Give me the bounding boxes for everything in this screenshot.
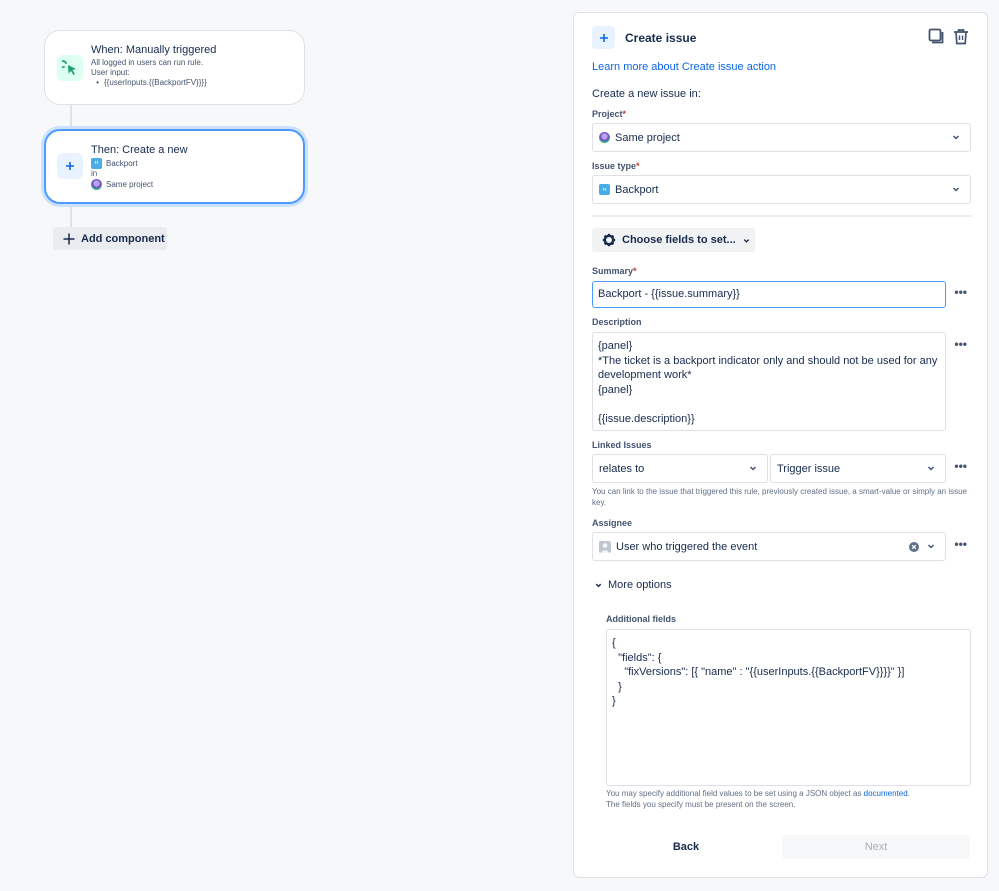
trigger-title: When: Manually triggered xyxy=(91,44,217,56)
linked-issue-target-select[interactable]: Trigger issue xyxy=(770,454,946,483)
linked-issues-helper: You can link to the issue that triggered… xyxy=(592,487,967,507)
assignee-more-button[interactable]: ••• xyxy=(954,538,967,550)
divider xyxy=(592,215,971,217)
chevron-down-icon xyxy=(952,135,960,140)
description-more-button[interactable]: ••• xyxy=(954,338,967,350)
chevron-down-icon xyxy=(743,238,749,243)
gear-icon xyxy=(602,233,616,247)
action-project: Same project xyxy=(91,178,295,190)
chevron-down-icon xyxy=(595,583,602,587)
plus-icon xyxy=(592,26,615,49)
next-button[interactable]: Next xyxy=(782,835,970,859)
chevron-down-icon xyxy=(952,187,960,192)
summary-input[interactable]: Backport - {{issue.summary}} xyxy=(592,281,946,308)
link-type-select[interactable]: relates to xyxy=(592,454,768,483)
project-avatar-icon xyxy=(91,178,102,190)
action-in-label: in xyxy=(91,169,98,178)
create-in-label: Create a new issue in: xyxy=(592,88,701,100)
linked-issues-more-button[interactable]: ••• xyxy=(954,460,967,472)
action-node[interactable]: Then: Create a new ‹› Backport in Same p… xyxy=(44,129,305,204)
assignee-select[interactable]: User who triggered the event xyxy=(592,532,946,561)
backport-issue-icon: ‹› xyxy=(91,158,102,169)
chevron-down-icon xyxy=(927,544,935,549)
description-label: Description xyxy=(592,317,642,327)
connector-line xyxy=(70,105,72,129)
panel-header: Create issue xyxy=(592,26,696,49)
cursor-click-icon xyxy=(57,55,83,81)
action-issue-type: ‹› Backport xyxy=(91,158,295,169)
add-component-button[interactable]: Add component xyxy=(53,227,167,250)
trigger-user-input-item: • {{userInputs.{{BackportFV}}}} xyxy=(96,78,207,87)
linked-issues-label: Linked Issues xyxy=(592,440,652,450)
backport-issue-icon: ‹› xyxy=(599,184,610,195)
chevron-down-icon xyxy=(927,466,935,471)
trigger-node[interactable]: When: Manually triggered All logged in u… xyxy=(44,30,305,105)
trigger-description: All logged in users can run rule. xyxy=(91,58,204,67)
panel-title: Create issue xyxy=(625,30,697,45)
trash-icon[interactable] xyxy=(953,28,969,45)
issue-type-select[interactable]: ‹› Backport xyxy=(592,175,971,204)
learn-more-link[interactable]: Learn more about Create issue action xyxy=(592,61,776,73)
project-label: Project* xyxy=(592,109,627,119)
chevron-down-icon xyxy=(749,466,757,471)
choose-fields-button[interactable]: Choose fields to set... xyxy=(592,228,755,252)
back-button[interactable]: Back xyxy=(616,835,756,859)
assignee-label: Assignee xyxy=(592,518,633,528)
plus-icon xyxy=(63,233,75,244)
additional-fields-label: Additional fields xyxy=(606,614,677,624)
project-select[interactable]: Same project xyxy=(592,123,971,152)
summary-more-button[interactable]: ••• xyxy=(954,286,967,298)
issue-type-label: Issue type* xyxy=(592,161,640,171)
documented-link[interactable]: documented xyxy=(864,789,908,798)
additional-fields-textarea[interactable]: { "fields": { "fixVersions": [{ "name" :… xyxy=(606,629,971,786)
plus-icon xyxy=(57,153,83,179)
more-options-toggle[interactable]: More options xyxy=(594,579,672,591)
description-textarea[interactable]: {panel} *The ticket is a backport indica… xyxy=(592,332,946,431)
clear-icon[interactable] xyxy=(909,542,919,552)
user-avatar-icon xyxy=(599,540,611,553)
duplicate-icon[interactable] xyxy=(928,28,945,45)
action-title: Then: Create a new xyxy=(91,144,188,156)
summary-label: Summary* xyxy=(592,266,637,276)
create-issue-panel: Create issue Learn more about Create iss… xyxy=(573,12,988,878)
trigger-user-input-label: User input: xyxy=(91,67,130,77)
project-avatar-icon xyxy=(599,132,610,143)
additional-fields-helper: You may specify additional field values … xyxy=(606,789,910,809)
connector-line xyxy=(70,204,72,227)
